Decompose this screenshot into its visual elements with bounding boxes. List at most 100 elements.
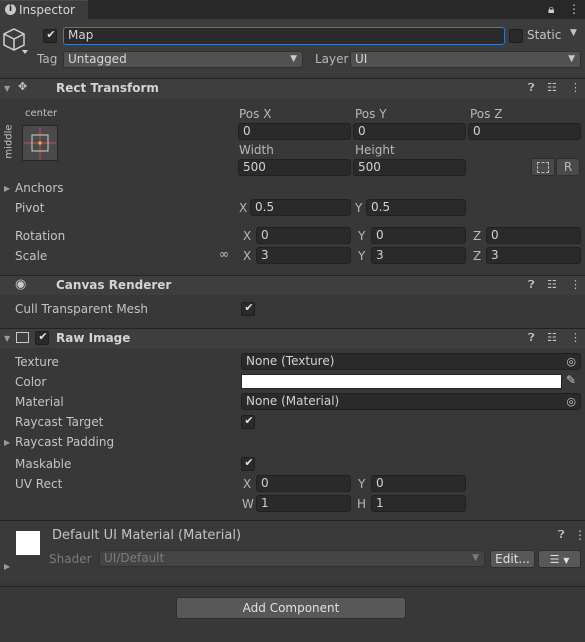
rotation-x-field[interactable]: 0 [256,227,351,244]
info-icon: i [5,4,16,15]
presets-icon[interactable]: ☷ [547,331,557,344]
scale-z-field[interactable]: 3 [486,247,581,264]
pos-z-field[interactable]: 0 [468,123,581,140]
cull-transparent-mesh-label: Cull Transparent Mesh [15,302,148,316]
canvas-renderer-header[interactable]: ◉ Canvas Renderer ❓︎ ☷ ⋮ [0,275,585,295]
pivot-x-field[interactable]: 0.5 [250,199,351,216]
object-picker-icon[interactable]: ◎ [566,394,576,409]
material-label: Material [15,395,64,409]
raycast-padding-foldout-icon[interactable]: ▶ [4,438,10,447]
uv-h-label: H [357,497,367,511]
raycast-target-label: Raycast Target [15,415,104,429]
rot-y-label: Y [358,229,366,243]
layer-dropdown[interactable]: UI ▼ [350,51,581,68]
help-icon[interactable]: ❓︎ [528,81,535,95]
raw-image-header[interactable]: ▼ ✔ Raw Image ❓︎ ☷ ⋮ [0,328,585,348]
foldout-arrow-icon[interactable]: ▼ [4,334,10,343]
anchors-foldout-icon[interactable]: ▶ [4,184,10,193]
color-label: Color [15,375,47,389]
pos-y-label: Pos Y [355,107,387,121]
object-picker-icon[interactable]: ◎ [566,354,576,369]
shader-options-button[interactable]: ☰ ▼ [538,550,581,568]
scale-x-field[interactable]: 3 [256,247,351,264]
uv-h-field[interactable]: 1 [371,495,466,512]
help-icon[interactable]: ❓︎ [528,278,535,292]
uv-y-label: Y [358,477,366,491]
edit-shader-button[interactable]: Edit... [490,550,535,568]
active-checkbox[interactable]: ✔ [43,28,57,43]
rect-transform-header[interactable]: ▼ ✥ Rect Transform ❓︎ ☷ ⋮ [0,78,585,98]
constrain-proportions-link-icon[interactable]: ∞ [219,247,229,261]
pos-y-field[interactable]: 0 [353,123,466,140]
help-icon[interactable]: ❓︎ [558,528,565,542]
component-menu-icon[interactable]: ⋮ [570,81,581,94]
uv-w-label: W [242,497,254,511]
rotation-y-field[interactable]: 0 [371,227,466,244]
add-component-button[interactable]: Add Component [176,597,406,619]
cull-transparent-mesh-checkbox[interactable]: ✔ [241,301,255,316]
tag-dropdown[interactable]: Untagged ▼ [63,51,303,68]
maskable-checkbox[interactable]: ✔ [241,456,255,471]
canvas-renderer-title: Canvas Renderer [56,278,172,292]
chevron-down-icon: ▼ [290,54,297,64]
material-foldout-icon[interactable]: ▶ [4,562,10,571]
pivot-y-field[interactable]: 0.5 [366,199,466,216]
checkmark-icon: ✔ [244,414,254,427]
width-field[interactable]: 500 [238,159,351,176]
pos-x-field[interactable]: 0 [238,123,351,140]
static-checkbox[interactable] [509,29,523,43]
texture-field[interactable]: None (Texture) ◎ [241,353,581,370]
component-menu-icon[interactable]: ⋮ [574,528,585,542]
raw-image-enabled-checkbox[interactable]: ✔ [35,330,49,345]
pivot-y-label: Y [355,201,363,215]
help-icon[interactable]: ❓︎ [528,331,535,345]
pivot-x-label: X [239,201,248,215]
anchor-presets-button[interactable] [22,125,58,161]
eyedropper-icon[interactable]: ✎ [566,373,576,387]
raycast-target-checkbox[interactable]: ✔ [241,414,255,429]
rect-transform-icon: ✥ [18,80,28,93]
tab-inspector[interactable]: i Inspector [0,0,88,20]
shader-label: Shader [49,552,92,566]
presets-icon[interactable]: ☷ [547,278,557,291]
scale-y-field[interactable]: 3 [371,247,466,264]
pos-x-label: Pos X [239,107,272,121]
rot-x-label: X [243,229,252,243]
raw-edit-button[interactable]: R [556,158,580,176]
chevron-down-icon: ▼ [472,553,479,563]
uv-x-field[interactable]: 0 [256,475,351,492]
shader-value: UI/Default [104,551,165,565]
rot-z-label: Z [473,229,482,243]
material-preview-swatch [16,531,40,555]
name-input[interactable]: Map [63,27,505,45]
tab-inspector-label: Inspector [19,3,75,17]
more-menu-icon[interactable]: ⋮ [568,2,580,16]
texture-label: Texture [15,355,59,369]
chevron-down-icon: ▼ [568,54,575,64]
color-swatch[interactable] [241,374,562,389]
shader-dropdown[interactable]: UI/Default ▼ [99,550,485,567]
material-field[interactable]: None (Material) ◎ [241,393,581,410]
lock-icon[interactable]: 🔒︎ [548,2,554,17]
gameobject-cube-icon[interactable] [2,26,32,56]
raw-image-title: Raw Image [56,331,131,345]
tab-bar: i Inspector 🔒︎ ⋮ [0,0,585,20]
presets-icon[interactable]: ☷ [547,81,557,94]
material-value: None (Material) [246,394,340,408]
rotation-z-field[interactable]: 0 [486,227,581,244]
material-title: Default UI Material (Material) [52,528,242,543]
scale-z-label: Z [473,249,482,263]
foldout-arrow-icon[interactable]: ▼ [4,84,10,93]
anchor-preset-side-label: middle [3,124,15,159]
rect-transform-title: Rect Transform [56,81,159,95]
component-menu-icon[interactable]: ⋮ [570,278,581,291]
anchor-preset-top-label: center [25,108,58,119]
uv-w-field[interactable]: 1 [256,495,351,512]
scale-y-label: Y [358,249,366,263]
component-menu-icon[interactable]: ⋮ [570,331,581,344]
uv-y-field[interactable]: 0 [371,475,466,492]
static-dropdown-arrow-icon[interactable]: ▼ [570,28,577,38]
height-field[interactable]: 500 [353,159,466,176]
blueprint-mode-button[interactable] [531,158,555,176]
texture-value: None (Texture) [246,354,335,368]
